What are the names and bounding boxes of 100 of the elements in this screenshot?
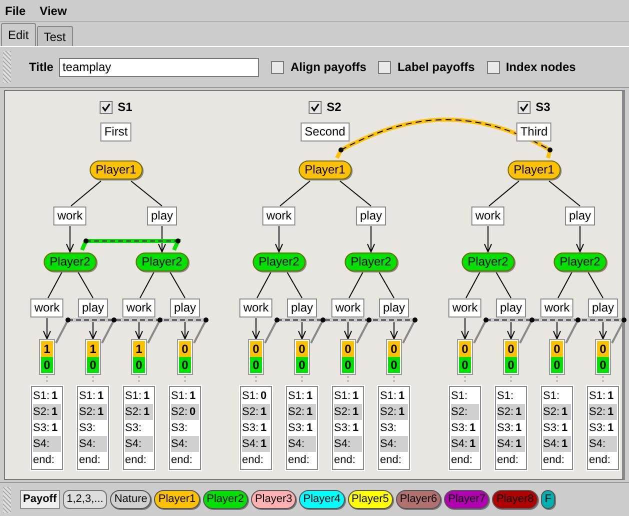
payoff-box[interactable]: 0 0 (340, 339, 356, 375)
arrow (66, 226, 74, 254)
player-node[interactable]: Player1 (90, 160, 142, 180)
player-tool[interactable]: Player2 (202, 490, 248, 509)
payoff-value: 0 (250, 341, 262, 357)
sequence-tool[interactable]: 1,2,3,... (62, 490, 108, 509)
player-node[interactable]: Player2 (344, 252, 398, 272)
move-label[interactable]: work (471, 206, 505, 226)
player-node[interactable]: Player2 (44, 252, 96, 272)
title-field[interactable]: teamplay (59, 58, 260, 76)
move-label[interactable]: play (170, 298, 200, 318)
outcome-label: S1: (451, 389, 468, 404)
player-tool[interactable]: Player4 (299, 490, 345, 509)
player-tool[interactable]: Player6 (396, 490, 442, 509)
payoff-value: 0 (459, 357, 471, 373)
menu-item[interactable]: File (5, 2, 26, 20)
payoff-tool[interactable]: Payoff (20, 490, 60, 509)
checkbox[interactable] (378, 60, 392, 74)
player-node[interactable]: Player2 (136, 252, 188, 272)
strategy-checkbox[interactable] (518, 100, 531, 114)
payoff-box[interactable]: 0 0 (595, 339, 611, 375)
outcome-label: S4: (451, 437, 468, 452)
tree-label[interactable]: Third (516, 122, 552, 142)
toolbar-grip[interactable] (3, 486, 11, 512)
move-label[interactable]: play (496, 298, 526, 318)
outcome-label: end: (451, 453, 472, 468)
move-label[interactable]: work (262, 206, 296, 226)
move-label[interactable]: play (565, 206, 595, 226)
outcome-label: S3: (497, 421, 514, 436)
tab[interactable]: Test (36, 26, 73, 46)
move-label[interactable]: work (239, 298, 273, 318)
tab[interactable]: Edit (1, 23, 36, 46)
payoff-box[interactable]: 0 0 (549, 339, 565, 375)
move-label[interactable]: work (30, 298, 64, 318)
payoff-value: 0 (342, 357, 354, 373)
move-label[interactable]: work (448, 298, 482, 318)
outcome-label: S3: (242, 421, 259, 436)
payoff-box[interactable]: 1 0 (39, 339, 55, 375)
outcome-label: S2: (242, 405, 259, 420)
player-node[interactable]: Player1 (298, 160, 352, 180)
player-tool[interactable]: Player5 (348, 490, 393, 509)
player-tool[interactable]: Player3 (250, 490, 296, 509)
outcome-value: 1 (260, 421, 267, 436)
checkbox[interactable] (486, 60, 500, 74)
payoff-box[interactable]: 1 0 (85, 339, 101, 375)
outcome-label: S2: (33, 405, 50, 420)
payoff-box[interactable]: 0 0 (457, 339, 473, 375)
outcome-label: S4: (171, 437, 188, 452)
player-tool[interactable]: Nature (110, 490, 152, 509)
payoff-box[interactable]: 0 0 (503, 339, 519, 375)
player-tool[interactable]: F (540, 490, 556, 509)
move-label[interactable]: play (379, 298, 409, 318)
payoff-value: 0 (250, 357, 262, 373)
checkbox[interactable] (271, 60, 284, 74)
player-tool[interactable]: Player1 (154, 490, 200, 509)
outcome-value: 1 (306, 405, 313, 420)
checkbox-label: Align payoffs (290, 59, 366, 76)
outcome-label: S3: (380, 421, 397, 436)
outcome-value: 1 (306, 421, 313, 436)
arrow (367, 226, 375, 254)
outcome-label: S4: (497, 437, 514, 452)
outcome-label: end: (288, 453, 310, 468)
payoff-value: 0 (87, 357, 99, 373)
outcome-label: S1: (380, 389, 397, 404)
player-node[interactable]: Player2 (554, 252, 606, 272)
move-label[interactable]: work (540, 298, 574, 318)
strategy-checkbox[interactable] (308, 100, 322, 114)
payoff-box[interactable]: 0 0 (386, 339, 402, 375)
payoff-box[interactable]: 0 0 (248, 339, 264, 375)
player-node[interactable]: Player2 (252, 252, 306, 272)
tree-label[interactable]: Second (300, 122, 350, 142)
outcome-value: 1 (352, 405, 359, 420)
menu-item[interactable]: View (40, 2, 67, 20)
move-label[interactable]: play (147, 206, 177, 226)
payoff-value: 0 (388, 341, 400, 357)
outcome-value: 1 (306, 389, 313, 404)
move-label[interactable]: play (356, 206, 386, 226)
tree-label[interactable]: First (100, 122, 132, 142)
outcome-label: S2: (288, 405, 305, 420)
outcome-value: 1 (470, 421, 476, 436)
outcome-label: S4: (79, 437, 96, 452)
move-label[interactable]: play (78, 298, 108, 318)
move-label[interactable]: play (287, 298, 317, 318)
move-label[interactable]: work (53, 206, 87, 226)
connector-line (92, 376, 94, 384)
move-label[interactable]: play (588, 298, 618, 318)
move-label[interactable]: work (122, 298, 156, 318)
outcome-label: S2: (125, 405, 142, 420)
move-label[interactable]: work (331, 298, 365, 318)
outcome-value: 1 (608, 405, 614, 420)
payoff-box[interactable]: 0 0 (177, 339, 193, 375)
payoff-box[interactable]: 1 0 (131, 339, 147, 375)
strategy-checkbox[interactable] (100, 100, 113, 114)
toolbar-grip[interactable] (3, 51, 11, 83)
outcome-label: S2: (79, 405, 96, 420)
player-node[interactable]: Player1 (508, 160, 560, 180)
outcome-label: S1: (288, 389, 305, 404)
payoff-value: 0 (179, 357, 191, 373)
payoff-box[interactable]: 0 0 (294, 339, 310, 375)
player-node[interactable]: Player2 (462, 252, 514, 272)
